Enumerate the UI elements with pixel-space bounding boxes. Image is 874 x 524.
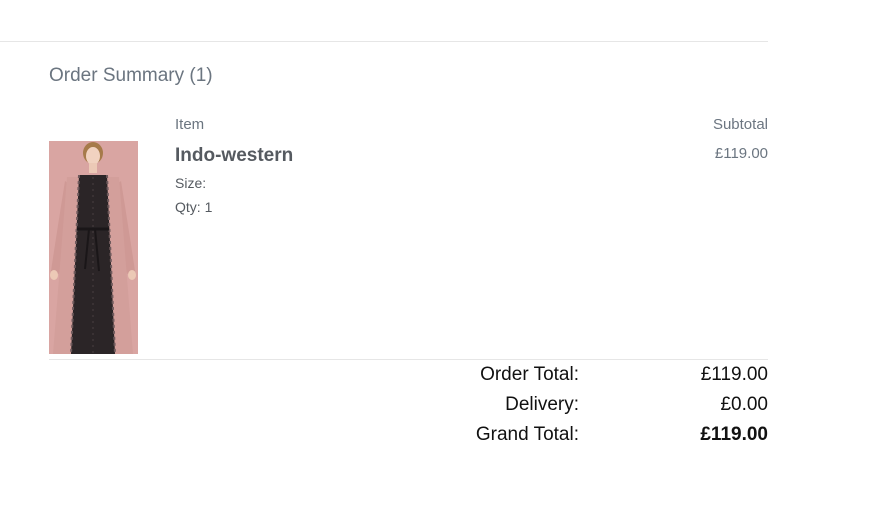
order-total-label: Order Total:	[480, 364, 579, 385]
totals-divider	[49, 359, 768, 360]
product-subtotal: £119.00	[714, 145, 768, 162]
product-quantity: Qty: 1	[175, 199, 212, 215]
product-image[interactable]	[49, 141, 138, 354]
product-name-link[interactable]: Indo-western	[175, 145, 293, 167]
grand-total-value: £119.00	[700, 424, 768, 445]
delivery-row: Delivery: £0.00	[300, 394, 768, 422]
grand-total-row: Grand Total: £119.00	[300, 424, 768, 452]
item-column-header: Item	[175, 116, 205, 133]
order-summary-page: Order Summary (1) Item Subtotal Indo-wes…	[0, 0, 874, 524]
order-total-value: £119.00	[700, 364, 768, 385]
qty-label: Qty:	[175, 199, 201, 215]
delivery-value: £0.00	[720, 394, 768, 415]
product-size: Size:	[175, 175, 206, 191]
order-total-row: Order Total: £119.00	[300, 364, 768, 392]
grand-total-label: Grand Total:	[475, 424, 579, 445]
qty-value: 1	[204, 199, 213, 215]
order-summary-title: Order Summary (1)	[49, 65, 213, 86]
dress-illustration-icon	[49, 141, 138, 354]
size-label: Size:	[175, 175, 207, 191]
delivery-label: Delivery:	[505, 394, 579, 415]
subtotal-column-header: Subtotal	[712, 116, 768, 133]
top-divider	[0, 41, 768, 42]
